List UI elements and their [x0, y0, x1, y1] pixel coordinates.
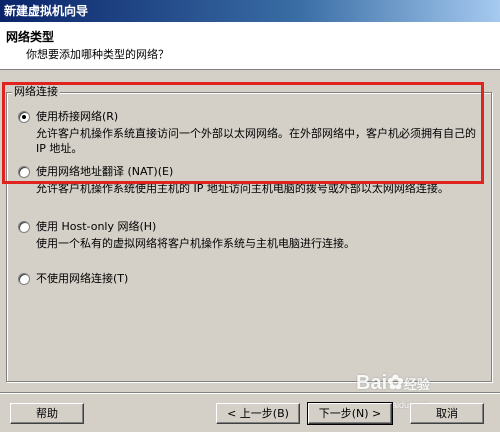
option-no-network-label: 不使用网络连接(T) — [36, 272, 129, 285]
option-host-only-label: 使用 Host-only 网络(H) — [36, 220, 157, 233]
window-title-bar[interactable]: 新建虚拟机向导 — [0, 0, 500, 22]
option-host-only[interactable]: 使用 Host-only 网络(H) 使用一个私有的虚拟网络将客户机操作系统与主… — [18, 220, 482, 252]
next-button[interactable]: 下一步(N) > — [307, 402, 393, 425]
page-title: 网络类型 — [6, 30, 55, 44]
radio-host-only[interactable] — [18, 221, 30, 233]
window-title: 新建虚拟机向导 — [4, 4, 89, 18]
page-subtitle: 你想要添加哪种类型的网络？ — [26, 48, 169, 61]
back-button[interactable]: < 上一步(B) — [216, 403, 300, 424]
paw-icon: ✿ — [387, 372, 404, 394]
cancel-button[interactable]: 取消 — [410, 403, 484, 424]
wizard-header: 网络类型 你想要添加哪种类型的网络？ — [0, 22, 500, 70]
watermark-brand-cn: 经验 — [403, 377, 430, 392]
option-host-only-description: 使用一个私有的虚拟网络将客户机操作系统与主机电脑进行连接。 — [36, 237, 355, 250]
watermark-brand: Bai — [356, 372, 388, 394]
help-button[interactable]: 帮助 — [10, 403, 84, 424]
radio-no-network[interactable] — [18, 273, 30, 285]
option-no-network[interactable]: 不使用网络连接(T) — [18, 272, 482, 288]
red-highlight-box — [2, 82, 484, 184]
